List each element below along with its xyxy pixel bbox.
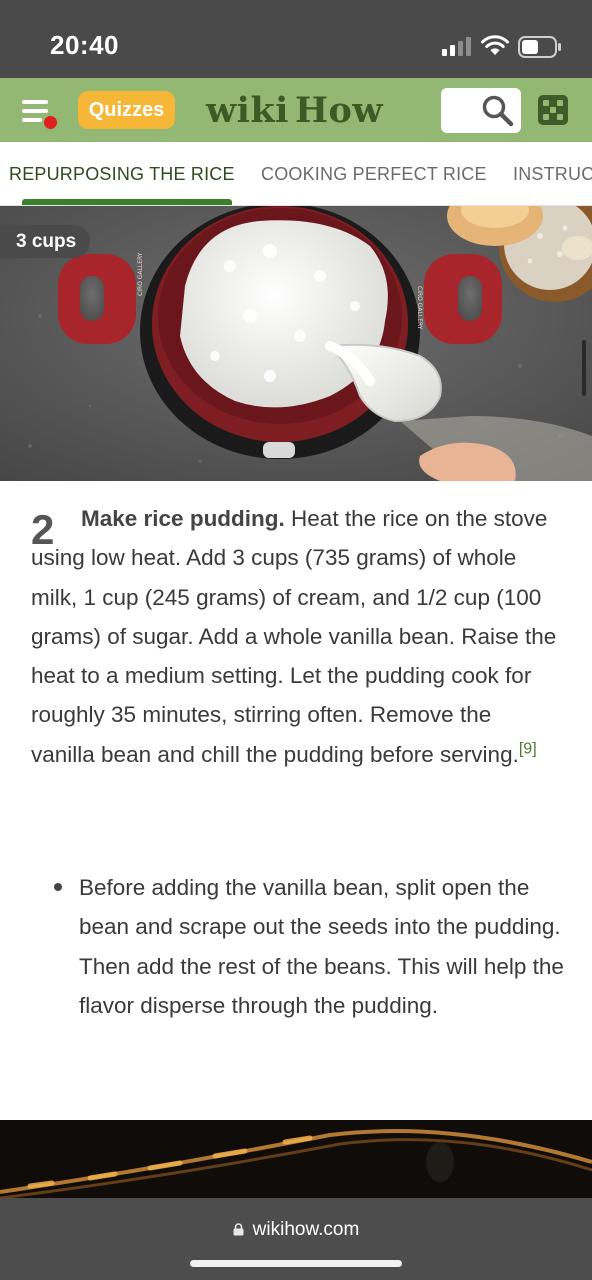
bullet-icon [54, 883, 62, 891]
dice-icon[interactable] [538, 95, 568, 125]
notification-dot [44, 116, 57, 129]
battery-icon [518, 36, 561, 58]
status-time: 20:40 [50, 30, 119, 60]
image-scroll-indicator [582, 340, 586, 396]
url-display[interactable]: wikihow.com [0, 1219, 592, 1241]
citation-link[interactable]: [9] [519, 740, 537, 757]
logo-how: How [294, 90, 384, 131]
tab-cooking-perfect-rice[interactable]: COOKING PERFECT RICE [261, 164, 487, 185]
baking-tray-illustration [0, 1120, 592, 1198]
search-button[interactable] [441, 88, 521, 133]
tab-instructions[interactable]: INSTRUC [513, 164, 592, 185]
quizzes-button[interactable]: Quizzes [78, 91, 175, 129]
cellular-signal-icon [442, 36, 472, 56]
browser-url-bar[interactable]: wikihow.com [0, 1198, 592, 1280]
next-step-image[interactable] [0, 1120, 592, 1198]
url-text: wikihow.com [252, 1219, 360, 1240]
measurement-badge: 3 cups [0, 225, 90, 258]
wikihow-logo[interactable]: wiki How [206, 90, 383, 131]
step-body: Heat the rice on the stove using low hea… [31, 506, 557, 767]
logo-wiki: wiki [206, 90, 289, 131]
active-tab-indicator [22, 199, 232, 205]
tab-repurposing-the-rice[interactable]: REPURPOSING THE RICE [9, 164, 235, 185]
wifi-icon [481, 35, 509, 55]
step-image[interactable]: CIRO GALLERY CIRO GALLERY 3 cups [0, 206, 592, 481]
list-item: Before adding the vanilla bean, split op… [79, 875, 564, 1018]
pot-brand-right: CIRO GALLERY [416, 286, 423, 330]
status-bar: 20:40 [0, 0, 592, 78]
lock-icon [233, 1220, 244, 1236]
site-header: Quizzes wiki How [0, 78, 592, 142]
step-title: Make rice pudding. [81, 506, 285, 531]
pot-brand-left: CIRO GALLERY [137, 252, 144, 296]
section-tabs: REPURPOSING THE RICE COOKING PERFECT RIC… [0, 142, 592, 206]
step-description: Make rice pudding. Heat the rice on the … [31, 499, 561, 774]
home-indicator[interactable] [190, 1260, 402, 1267]
search-icon [482, 95, 514, 127]
